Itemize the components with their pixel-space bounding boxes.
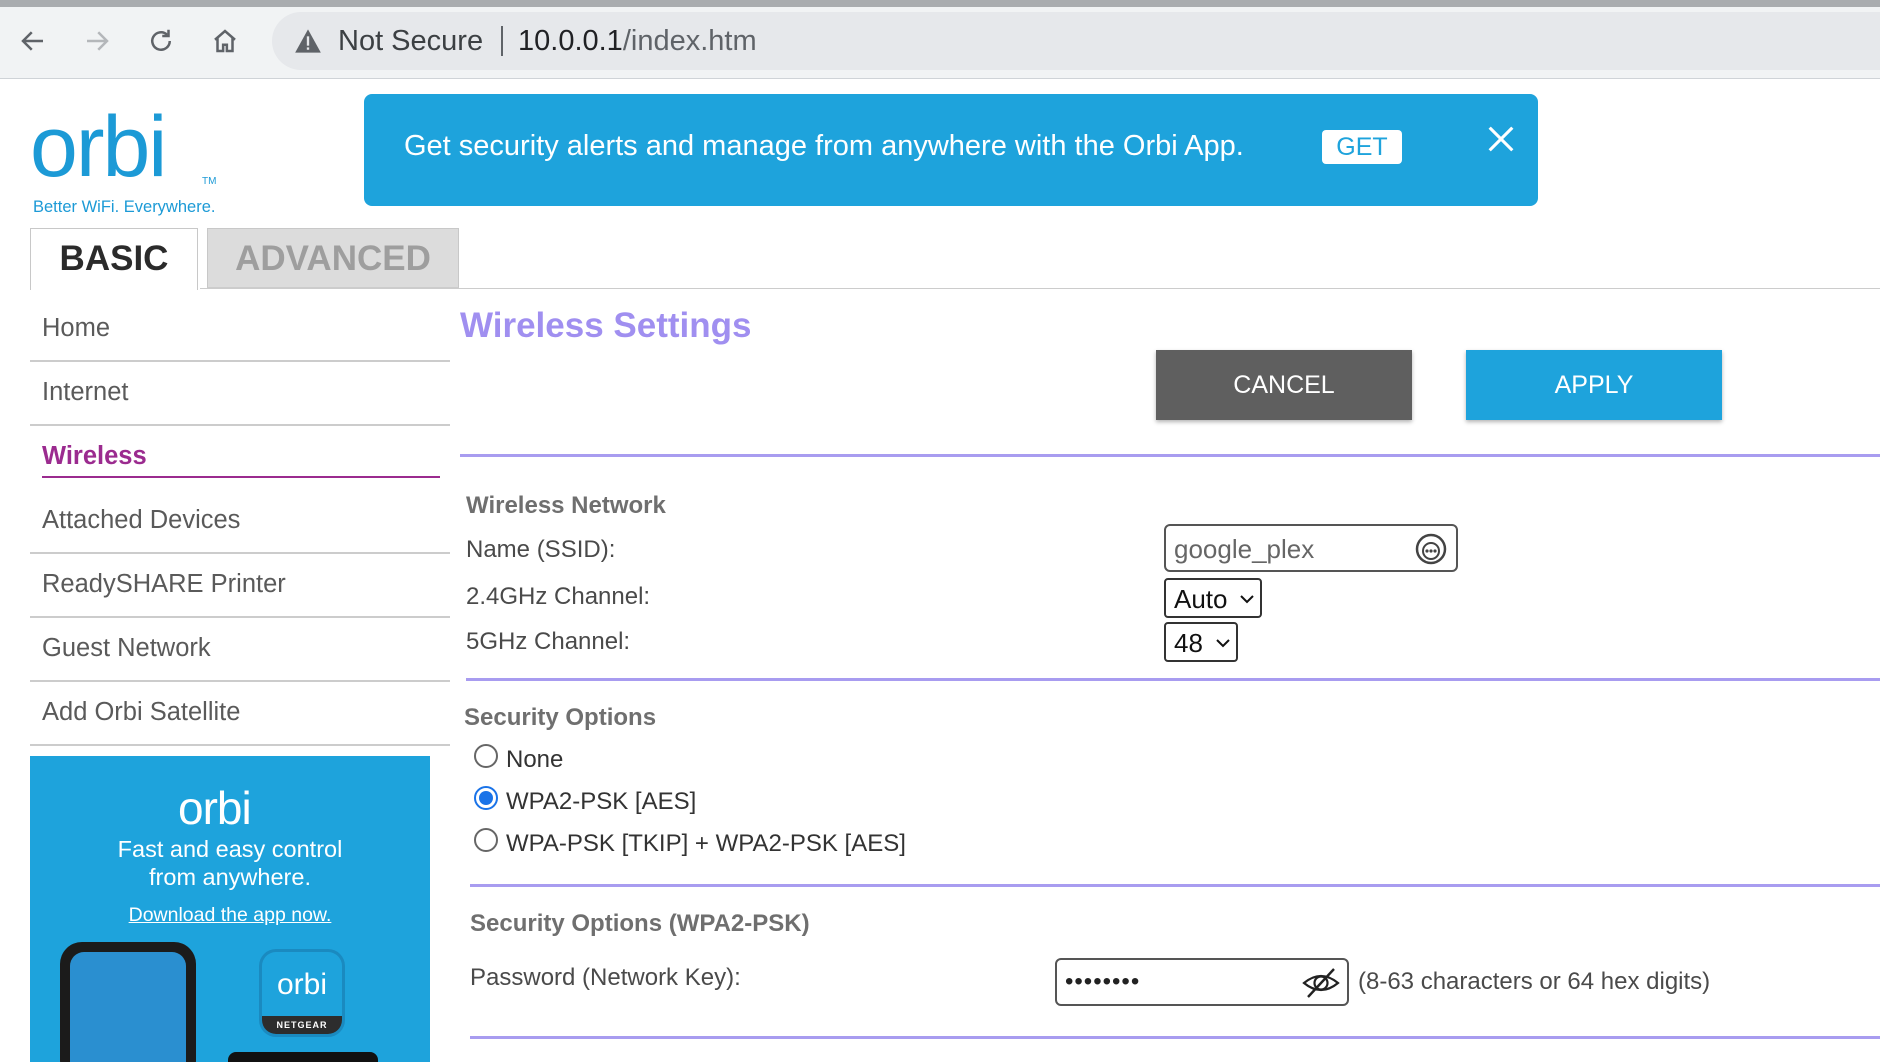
password-input[interactable]: •••••••• (1055, 958, 1349, 1006)
promo-orbi-logo: orbi (178, 782, 252, 832)
url-text[interactable]: 10.0.0.1/index.htm (518, 22, 757, 60)
cancel-button[interactable]: CANCEL (1156, 350, 1412, 420)
autofill-icon[interactable] (1414, 532, 1448, 566)
orbi-app-icon[interactable]: orbi NETGEAR (262, 952, 342, 1034)
section-divider (460, 454, 1880, 457)
security-none-label[interactable]: None (506, 746, 563, 774)
security-wpa2-radio[interactable] (474, 786, 498, 810)
sidebar-item-label: ReadySHARE Printer (42, 570, 286, 598)
security-none-radio[interactable] (474, 744, 498, 768)
ssid-label: Name (SSID): (466, 536, 616, 563)
channel-5ghz-select[interactable]: 48 (1164, 622, 1238, 662)
tab-basic[interactable]: BASIC (30, 228, 198, 290)
channel-24ghz-select[interactable]: Auto (1164, 578, 1262, 618)
app-store-badge[interactable] (228, 1052, 378, 1062)
chevron-down-icon (1216, 639, 1230, 648)
app-icon-logo: orbi (277, 968, 327, 1001)
sidebar-item-attached-devices[interactable]: Attached Devices (30, 492, 450, 554)
channel-24ghz-label: 2.4GHz Channel: (466, 583, 651, 610)
password-hint: (8-63 characters or 64 hex digits) (1358, 968, 1711, 995)
promo-headline-1: Fast and easy control (117, 836, 343, 862)
url-host: 10.0.0.1 (518, 25, 623, 57)
address-divider (501, 26, 503, 56)
app-icon-word: orbi (277, 968, 327, 1001)
security-options-heading: Security Options (464, 704, 657, 731)
phone-screen (70, 952, 186, 1062)
sidebar-item-internet[interactable]: Internet (30, 364, 450, 426)
channel-5ghz-value: 48 (1174, 628, 1203, 658)
back-icon[interactable] (12, 20, 54, 62)
promo-wordmark: orbi (178, 782, 251, 832)
banner-message: Get security alerts and manage from anyw… (404, 130, 1244, 162)
chevron-down-icon (1240, 595, 1254, 604)
sidebar-item-add-orbi-satellite[interactable]: Add Orbi Satellite (30, 684, 450, 746)
url-path: /index.htm (622, 25, 757, 57)
wpa2-options-heading: Security Options (WPA2-PSK) (470, 910, 810, 937)
home-icon[interactable] (204, 20, 246, 62)
active-underline (42, 476, 440, 478)
ssid-input[interactable]: google_plex (1164, 524, 1458, 572)
show-password-icon[interactable] (1301, 966, 1341, 1000)
sidebar-item-readyshare-printer[interactable]: ReadySHARE Printer (30, 556, 450, 618)
sidebar-item-home[interactable]: Home (30, 300, 450, 362)
page-title: Wireless Settings (460, 306, 752, 345)
netgear-label: NETGEAR (262, 1016, 342, 1034)
security-wpa2-label[interactable]: WPA2-PSK [AES] (506, 788, 696, 816)
channel-5ghz-label: 5GHz Channel: (466, 628, 631, 655)
channel-24ghz-value: Auto (1174, 584, 1228, 614)
sidebar-item-label: Wireless (42, 442, 147, 470)
download-app-link[interactable]: Download the app now. (30, 904, 430, 927)
ssid-value: google_plex (1174, 534, 1315, 564)
address-bar[interactable]: Not Secure 10.0.0.1/index.htm (272, 12, 1880, 70)
section-divider (470, 884, 1880, 887)
warning-icon[interactable] (294, 28, 322, 54)
logo-trademark: TM (202, 176, 216, 187)
security-status[interactable]: Not Secure (338, 22, 483, 60)
orbi-logo[interactable]: orbi TM (30, 100, 220, 192)
app-promo-banner: Get security alerts and manage from anyw… (364, 94, 1538, 206)
sidebar-item-label: Attached Devices (42, 506, 241, 534)
get-app-button[interactable]: GET (1322, 130, 1402, 164)
browser-toolbar: Not Secure 10.0.0.1/index.htm (0, 0, 1880, 79)
section-divider (466, 678, 1880, 681)
sidebar-item-wireless[interactable]: Wireless (30, 428, 450, 490)
sidebar-item-label: Internet (42, 378, 129, 406)
sidebar-item-guest-network[interactable]: Guest Network (30, 620, 450, 682)
wireless-network-heading: Wireless Network (466, 492, 666, 519)
section-divider (470, 1036, 1880, 1039)
sidebar-item-label: Add Orbi Satellite (42, 698, 241, 726)
apply-button[interactable]: APPLY (1466, 350, 1722, 420)
tab-advanced[interactable]: ADVANCED (207, 228, 459, 288)
security-wpa-mixed-label[interactable]: WPA-PSK [TKIP] + WPA2-PSK [AES] (506, 830, 906, 858)
forward-icon[interactable] (76, 20, 118, 62)
tab-strip-edge (0, 0, 1880, 7)
close-icon[interactable] (1484, 122, 1518, 156)
logo-tagline: Better WiFi. Everywhere. (33, 198, 216, 216)
sidebar-item-label: Guest Network (42, 634, 211, 662)
logo-wordmark: orbi (30, 100, 165, 192)
app-promo-card: orbi Fast and easy control from anywhere… (30, 756, 430, 1062)
sidebar-item-label: Home (42, 314, 111, 342)
reload-icon[interactable] (140, 20, 182, 62)
security-wpa-mixed-radio[interactable] (474, 828, 498, 852)
phone-image (60, 942, 196, 1062)
password-mask: •••••••• (1065, 968, 1141, 995)
tab-baseline (200, 288, 1880, 289)
promo-headline-2: from anywhere. (149, 864, 311, 890)
password-label: Password (Network Key): (470, 964, 741, 991)
